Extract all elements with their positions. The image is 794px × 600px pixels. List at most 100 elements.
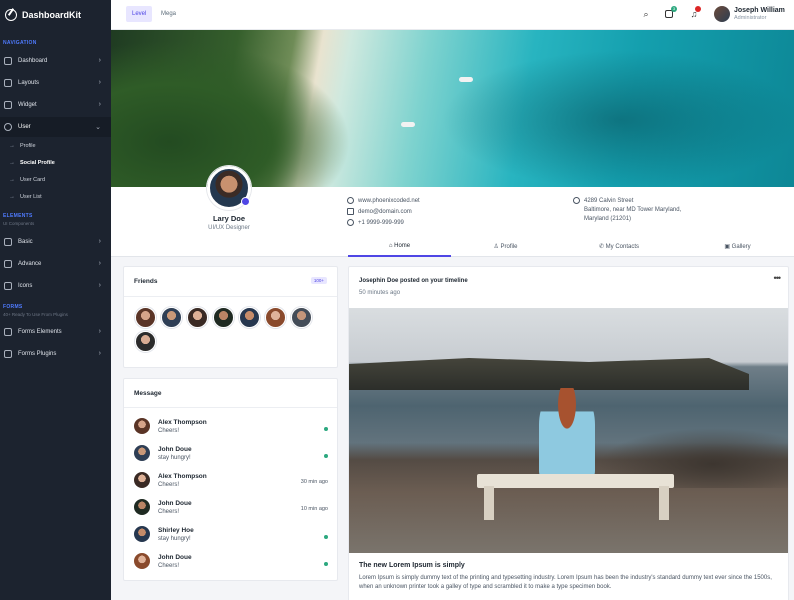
sidebar-item-label: Widget — [18, 102, 37, 108]
message-title: Message — [134, 390, 161, 397]
message-item[interactable]: John Doue Cheers! 10 min ago — [134, 498, 328, 520]
friends-title: Friends — [134, 278, 157, 285]
sidebar-subitem-label: User List — [20, 194, 42, 200]
globe-icon — [347, 197, 354, 204]
message-item[interactable]: John Doue stay hungry! — [134, 444, 328, 466]
arrow-right-icon: → — [9, 160, 15, 166]
gauge-icon — [4, 57, 12, 65]
tab-label: Gallery — [732, 244, 751, 250]
user-icon — [4, 123, 12, 131]
sidebar-subitem-social-profile[interactable]: → Social Profile — [9, 160, 55, 166]
chevron-right-icon: › — [99, 328, 101, 335]
box-icon — [4, 238, 12, 246]
message-item[interactable]: John Doue Cheers! — [134, 552, 328, 574]
layout-icon — [4, 101, 12, 109]
profile-website[interactable]: www.phoenixcoded.net — [347, 197, 420, 204]
post-image-bench-leg — [484, 486, 494, 520]
brand[interactable]: DashboardKit — [0, 0, 111, 30]
post-image[interactable] — [349, 308, 788, 553]
friend-avatar[interactable] — [291, 307, 312, 328]
chevron-right-icon: › — [99, 350, 101, 357]
cart-badge: 3 — [671, 6, 677, 12]
search-icon[interactable]: ⌕ — [641, 9, 651, 19]
message-text: Cheers! — [158, 482, 179, 488]
profile-website-text: www.phoenixcoded.net — [358, 198, 420, 204]
chevron-right-icon: › — [99, 79, 101, 86]
message-item[interactable]: Alex Thompson Cheers! 30 min ago — [134, 471, 328, 493]
message-text: stay hungry! — [158, 455, 191, 461]
sidebar-item-advance[interactable]: Advance › — [0, 254, 111, 274]
friend-avatar[interactable] — [135, 331, 156, 352]
tab-gallery[interactable]: ▣ Gallery — [681, 243, 794, 257]
user-avatar[interactable] — [714, 6, 730, 22]
chevron-right-icon: › — [99, 101, 101, 108]
feather-icon — [4, 282, 12, 290]
friend-avatar[interactable] — [265, 307, 286, 328]
message-item[interactable]: Alex Thompson Cheers! — [134, 417, 328, 439]
online-status-dot — [324, 454, 328, 458]
user-name[interactable]: Joseph William — [734, 7, 785, 14]
post-heading: Josephin Doe posted on your timeline — [359, 278, 468, 284]
message-text: Cheers! — [158, 563, 179, 569]
sidebar-item-label: Icons — [18, 283, 32, 289]
cover-boat — [401, 122, 415, 127]
sidebar: DashboardKit NAVIGATION Dashboard › Layo… — [0, 0, 111, 600]
sidebar-subitem-label: Profile — [20, 143, 36, 149]
friend-avatar[interactable] — [135, 307, 156, 328]
profile-email-text: demo@domain.com — [358, 209, 412, 215]
message-avatar — [134, 472, 150, 488]
timeline-post-card: Josephin Doe posted on your timeline 50 … — [348, 266, 789, 600]
cover-image — [111, 30, 794, 187]
post-image-cliff — [349, 350, 749, 390]
sidebar-subitem-profile[interactable]: →Profile — [9, 143, 36, 149]
tab-my-contacts[interactable]: ✆ My Contacts — [560, 243, 678, 257]
friend-avatar[interactable] — [161, 307, 182, 328]
profile-email[interactable]: demo@domain.com — [347, 208, 412, 215]
tab-label: My Contacts — [606, 244, 639, 250]
friend-avatar[interactable] — [213, 307, 234, 328]
message-avatar — [134, 553, 150, 569]
map-pin-icon — [573, 197, 580, 204]
user-icon: ♙ — [493, 244, 500, 250]
nav-caption-forms-sub: 40+ Ready To Use From Plugins — [0, 312, 68, 317]
sidebar-subitem-user-list[interactable]: → User List — [9, 194, 42, 200]
message-name: John Doue — [158, 500, 192, 507]
chevron-down-icon: ⌄ — [95, 123, 101, 131]
message-text: Cheers! — [158, 509, 179, 515]
tab-home[interactable]: ⌂ Home — [348, 243, 451, 257]
message-avatar — [134, 499, 150, 515]
header-tab-mega[interactable]: Mega — [155, 6, 182, 22]
sidebar-item-layouts[interactable]: Layouts › — [0, 73, 111, 93]
online-status-dot — [324, 427, 328, 431]
message-avatar — [134, 418, 150, 434]
sidebar-subitem-user-card[interactable]: →User Card — [9, 177, 45, 183]
tab-profile[interactable]: ♙ Profile — [454, 243, 557, 257]
cover-reef — [441, 50, 794, 187]
sidebar-item-label: Dashboard — [18, 58, 47, 64]
more-options-icon[interactable]: ••• — [774, 273, 780, 283]
sidebar-item-forms-elements[interactable]: Forms Elements › — [0, 322, 111, 342]
nav-caption-elements-sub: UI Components — [0, 221, 34, 226]
message-text: stay hungry! — [158, 536, 191, 542]
sidebar-subitem-label: Social Profile — [20, 160, 55, 166]
friend-avatar[interactable] — [239, 307, 260, 328]
sidebar-item-widget[interactable]: Widget › — [0, 95, 111, 115]
message-time: 30 min ago — [301, 479, 328, 485]
header-tab-level[interactable]: Level — [126, 6, 152, 22]
profile-phone[interactable]: +1 9999-999-999 — [347, 219, 404, 226]
sidebar-item-dashboard[interactable]: Dashboard › — [0, 51, 111, 71]
sidebar-item-forms-plugins[interactable]: Forms Plugins › — [0, 344, 111, 364]
nav-caption-elements: ELEMENTS — [0, 213, 33, 219]
arrow-right-icon: → — [9, 177, 15, 183]
cover-forest — [111, 40, 351, 187]
divider — [124, 407, 337, 408]
message-text: Cheers! — [158, 428, 179, 434]
address-line-1: 4289 Calvin Street — [584, 198, 633, 204]
arrow-right-icon: → — [9, 194, 15, 200]
message-item[interactable]: Shirley Hoe stay hungry! — [134, 525, 328, 547]
sidebar-item-basic[interactable]: Basic › — [0, 232, 111, 252]
chevron-right-icon: › — [99, 238, 101, 245]
friend-avatar[interactable] — [187, 307, 208, 328]
sidebar-item-icons[interactable]: Icons › — [0, 276, 111, 296]
sidebar-item-user[interactable]: User ⌄ — [0, 117, 111, 137]
